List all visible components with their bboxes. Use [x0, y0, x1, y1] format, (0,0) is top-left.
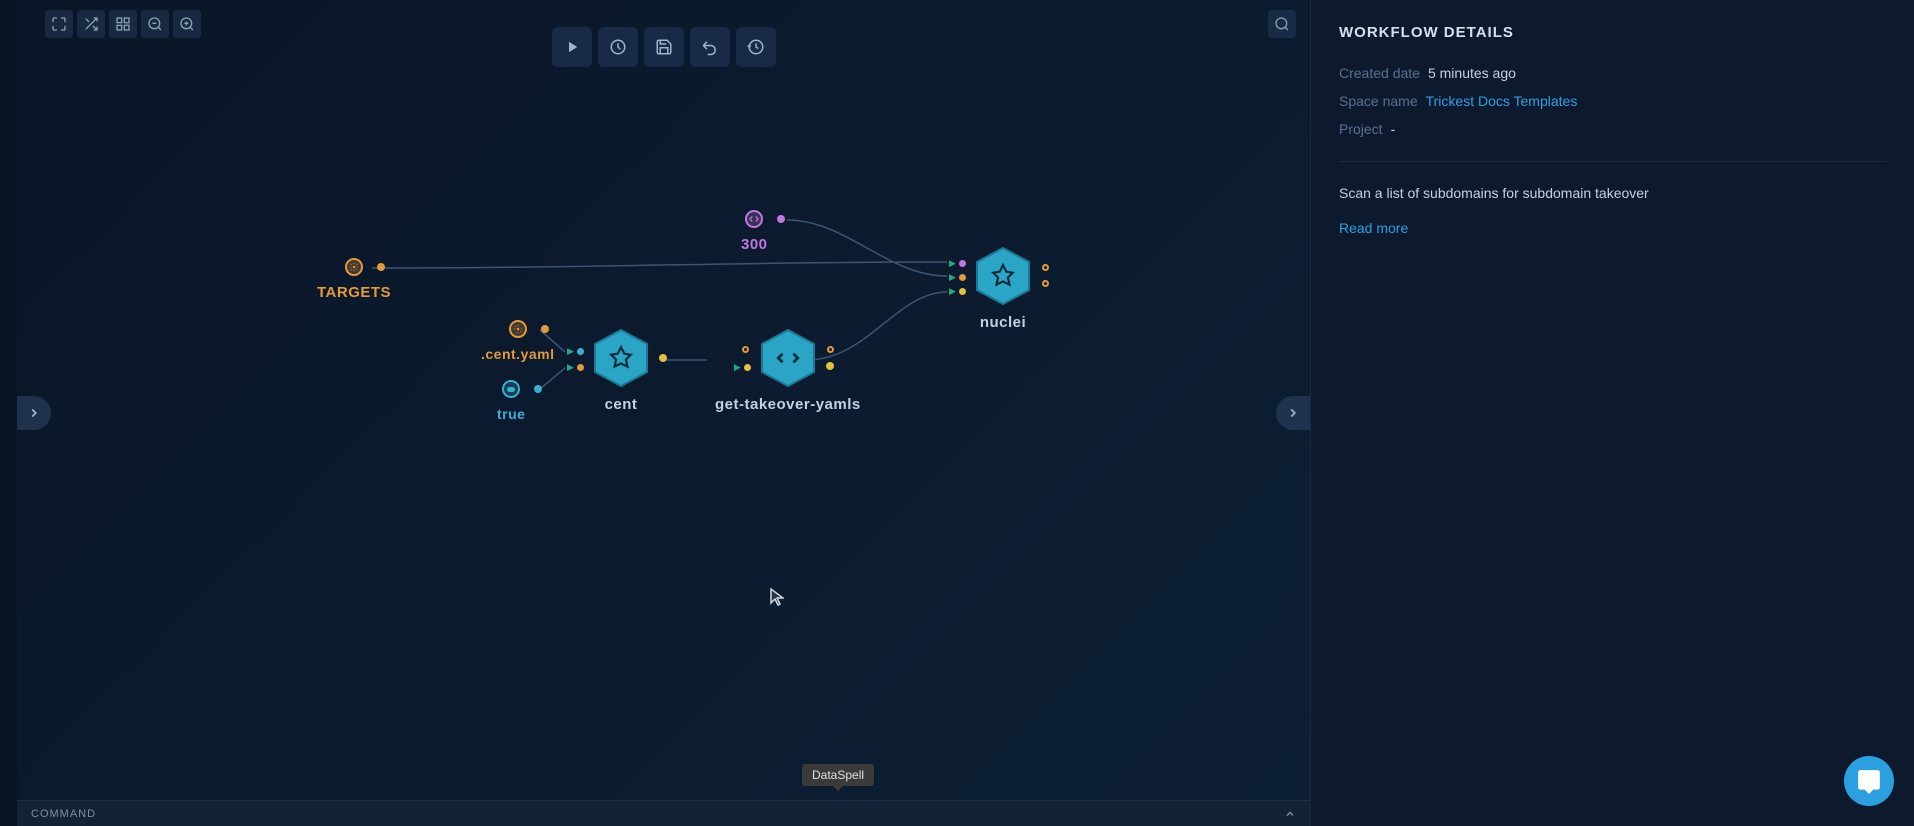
created-date-label: Created date [1339, 65, 1420, 81]
project-value: - [1391, 121, 1396, 137]
workflow-description: Scan a list of subdomains for subdomain … [1339, 161, 1886, 204]
node-label: .cent.yaml [481, 346, 554, 362]
output-port[interactable] [541, 325, 549, 333]
left-strip [0, 0, 17, 826]
zoom-in-button[interactable] [173, 10, 201, 38]
node-nuclei[interactable]: ▶ ▶ ▶ nuclei [975, 246, 1031, 331]
input-port-2[interactable]: ▶ [567, 362, 584, 373]
bool-icon [502, 380, 520, 398]
space-name-label: Space name [1339, 93, 1418, 109]
workflow-canvas[interactable]: TARGETS 300 .cent.yaml true [17, 0, 1310, 826]
toolbar-center [552, 27, 776, 67]
output-port[interactable] [659, 354, 667, 362]
command-label: COMMAND [31, 808, 96, 820]
input-port-2[interactable]: ▶ [949, 272, 966, 283]
output-port-2[interactable] [826, 362, 834, 370]
output-port[interactable] [534, 385, 542, 393]
code-icon [745, 210, 763, 228]
node-label: 300 [741, 236, 768, 253]
panel-expand-left[interactable] [17, 396, 51, 430]
output-port-1[interactable] [1042, 264, 1049, 271]
search-button[interactable] [1268, 10, 1296, 38]
undo-button[interactable] [690, 27, 730, 67]
node-label: nuclei [980, 314, 1026, 331]
tool-icon [990, 263, 1016, 289]
chevron-up-icon[interactable] [1284, 808, 1296, 820]
input-port-1[interactable]: ▶ [567, 346, 584, 357]
input-port-3[interactable]: ▶ [949, 286, 966, 297]
input-port-1[interactable] [742, 346, 749, 353]
node-true[interactable]: true [497, 380, 525, 422]
schedule-button[interactable] [598, 27, 638, 67]
node-targets[interactable]: TARGETS [317, 258, 391, 301]
sidebar-title: WORKFLOW DETAILS [1339, 24, 1886, 41]
toolbar-left [45, 10, 201, 38]
input-port-2[interactable]: ▶ [734, 362, 751, 373]
help-chat-button[interactable] [1844, 756, 1894, 806]
created-date-value: 5 minutes ago [1428, 65, 1516, 81]
sidebar-workflow-details: WORKFLOW DETAILS Created date 5 minutes … [1310, 0, 1914, 826]
node-cent[interactable]: ▶ ▶ cent [593, 328, 649, 413]
project-label: Project [1339, 121, 1383, 137]
output-port-1[interactable] [827, 346, 834, 353]
history-button[interactable] [736, 27, 776, 67]
grid-button[interactable] [109, 10, 137, 38]
fullscreen-button[interactable] [45, 10, 73, 38]
settings-icon [345, 258, 363, 276]
node-get-takeover-yamls[interactable]: ▶ get-takeover-yamls [715, 328, 861, 413]
save-button[interactable] [644, 27, 684, 67]
node-label: get-takeover-yamls [715, 396, 861, 413]
settings-icon [509, 320, 527, 338]
panel-expand-right[interactable] [1276, 396, 1310, 430]
script-icon [775, 345, 801, 371]
input-port-1[interactable]: ▶ [949, 258, 966, 269]
read-more-link[interactable]: Read more [1339, 220, 1886, 236]
node-cent-yaml[interactable]: .cent.yaml [481, 320, 554, 362]
tool-icon [608, 345, 634, 371]
zoom-out-button[interactable] [141, 10, 169, 38]
run-button[interactable] [552, 27, 592, 67]
output-port-2[interactable] [1042, 280, 1049, 287]
cursor-icon [770, 588, 784, 611]
space-name-link[interactable]: Trickest Docs Templates [1426, 93, 1578, 109]
connections-layer [17, 0, 1310, 826]
node-label: TARGETS [317, 284, 391, 301]
node-300[interactable]: 300 [741, 210, 768, 253]
node-label: true [497, 406, 525, 422]
tooltip: DataSpell [802, 764, 874, 786]
output-port[interactable] [777, 215, 785, 223]
shuffle-button[interactable] [77, 10, 105, 38]
command-bar[interactable]: COMMAND [17, 800, 1310, 826]
node-label: cent [605, 396, 638, 413]
output-port[interactable] [377, 263, 385, 271]
